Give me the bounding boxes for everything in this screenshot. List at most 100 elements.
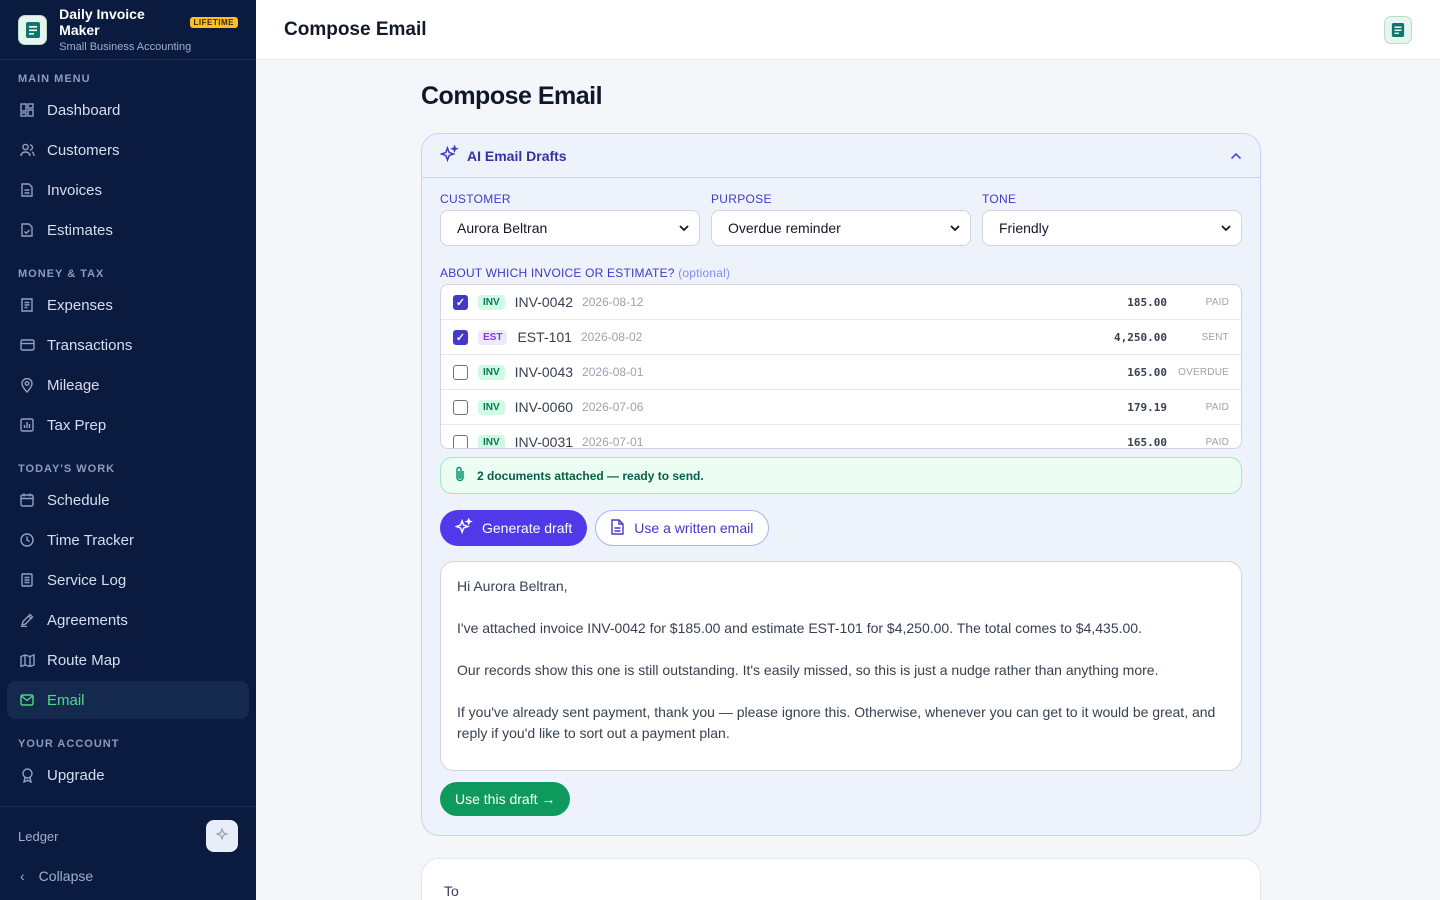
sidebar-item-label: Transactions bbox=[47, 336, 133, 354]
tone-label: TONE bbox=[982, 192, 1017, 206]
purpose-value: Overdue reminder bbox=[728, 220, 841, 236]
sidebar-item-label: Mileage bbox=[47, 376, 100, 394]
ai-email-drafts-panel: AI Email Drafts CUSTOMER Aurora Beltran … bbox=[421, 133, 1261, 836]
sidebar-item-customers[interactable]: Customers bbox=[7, 131, 249, 169]
ai-panel-header[interactable]: AI Email Drafts bbox=[422, 134, 1260, 178]
doc-date: 2026-08-02 bbox=[580, 330, 643, 344]
list-item[interactable]: INV INV-0031 2026-07-01 165.00 PAID bbox=[441, 425, 1241, 449]
sidebar-item-expenses[interactable]: Expenses bbox=[7, 286, 249, 324]
doc-status: SENT bbox=[1201, 331, 1229, 343]
doc-date: 2026-07-01 bbox=[582, 435, 644, 449]
list-item[interactable]: ✓ EST EST-101 2026-08-02 4,250.00 SENT bbox=[441, 320, 1241, 355]
list-item[interactable]: ✓ INV INV-0042 2026-08-12 185.00 PAID bbox=[441, 285, 1241, 320]
doc-date: 2026-08-01 bbox=[582, 365, 644, 379]
pen-icon bbox=[19, 612, 35, 628]
sidebar-item-transactions[interactable]: Transactions bbox=[7, 326, 249, 364]
page-title: Compose Email bbox=[421, 82, 603, 110]
doc-type-badge: INV bbox=[478, 294, 505, 310]
customer-select[interactable]: Aurora Beltran bbox=[440, 210, 700, 246]
use-this-draft-button[interactable]: Use this draft → bbox=[440, 782, 571, 816]
sidebar-item-label: Email bbox=[47, 691, 85, 709]
sidebar-item-tax-prep[interactable]: Tax Prep bbox=[7, 406, 249, 444]
doc-amount: 179.19 bbox=[1127, 400, 1167, 414]
section-todays-work: TODAY'S WORK bbox=[18, 463, 116, 475]
checkbox[interactable] bbox=[453, 364, 468, 380]
ledger-button[interactable] bbox=[206, 820, 238, 852]
sidebar-item-label: Invoices bbox=[47, 181, 103, 199]
chevron-down-icon bbox=[950, 223, 960, 234]
chevron-up-icon[interactable] bbox=[1230, 149, 1242, 163]
doc-status: PAID bbox=[1205, 401, 1229, 413]
doc-type-badge: EST bbox=[478, 329, 508, 345]
draft-paragraph: Hi Aurora Beltran, bbox=[457, 578, 568, 594]
doc-type-badge: INV bbox=[478, 399, 505, 415]
checkbox[interactable] bbox=[453, 434, 468, 448]
attachment-status-text: 2 documents attached — ready to send. bbox=[477, 468, 704, 483]
sidebar-item-schedule[interactable]: Schedule bbox=[7, 481, 249, 519]
app-title: Daily Invoice Maker bbox=[59, 6, 145, 38]
list-icon bbox=[19, 572, 35, 588]
paperclip-icon bbox=[455, 466, 465, 485]
sidebar-item-mileage[interactable]: Mileage bbox=[7, 366, 249, 404]
customer-label: CUSTOMER bbox=[440, 192, 511, 206]
doc-status: OVERDUE bbox=[1178, 366, 1229, 378]
sidebar-item-upgrade[interactable]: Upgrade bbox=[7, 756, 249, 794]
topbar: Compose Email bbox=[256, 0, 1440, 60]
doc-amount: 4,250.00 bbox=[1114, 330, 1167, 344]
checkbox[interactable]: ✓ bbox=[453, 329, 468, 345]
brand: Daily Invoice Maker LIFETIME Small Busine… bbox=[0, 0, 256, 60]
dashboard-icon bbox=[19, 102, 35, 118]
doc-amount: 165.00 bbox=[1127, 435, 1167, 449]
optional-hint: (optional) bbox=[678, 266, 731, 280]
sidebar-item-email[interactable]: Email bbox=[7, 681, 249, 719]
chevron-left-icon: ‹ bbox=[20, 868, 25, 884]
sparkle-icon bbox=[215, 826, 229, 845]
purpose-select[interactable]: Overdue reminder bbox=[711, 210, 971, 246]
sidebar-item-invoices[interactable]: Invoices bbox=[7, 171, 249, 209]
customer-field: CUSTOMER Aurora Beltran bbox=[440, 192, 700, 246]
receipt-icon bbox=[19, 297, 35, 313]
sidebar-item-dashboard[interactable]: Dashboard bbox=[7, 91, 249, 129]
topbar-title: Compose Email bbox=[284, 18, 427, 40]
lifetime-badge: LIFETIME bbox=[189, 16, 238, 28]
generate-draft-button[interactable]: Generate draft bbox=[440, 510, 588, 546]
doc-date: 2026-07-06 bbox=[582, 400, 644, 414]
doc-amount: 185.00 bbox=[1127, 295, 1167, 309]
main-content: Compose Email AI Email Drafts CUSTOMER A… bbox=[256, 60, 1440, 900]
document-icon bbox=[611, 518, 624, 538]
sidebar-item-label: Time Tracker bbox=[47, 531, 134, 549]
sidebar-item-label: Service Log bbox=[47, 571, 127, 589]
sidebar-item-estimates[interactable]: Estimates bbox=[7, 211, 249, 249]
purpose-field: PURPOSE Overdue reminder bbox=[711, 192, 971, 246]
avatar[interactable] bbox=[1384, 15, 1412, 44]
card-icon bbox=[19, 337, 35, 353]
list-item[interactable]: INV INV-0043 2026-08-01 165.00 OVERDUE bbox=[441, 355, 1241, 390]
list-item[interactable]: INV INV-0060 2026-07-06 179.19 PAID bbox=[441, 390, 1241, 425]
draft-textarea[interactable]: Hi Aurora Beltran, I've attached invoice… bbox=[440, 561, 1242, 771]
about-label-text: ABOUT WHICH INVOICE OR ESTIMATE? bbox=[440, 266, 675, 280]
clock-icon bbox=[19, 532, 35, 548]
doc-number: INV-0060 bbox=[514, 399, 574, 415]
checkbox[interactable]: ✓ bbox=[453, 294, 468, 310]
generate-draft-label: Generate draft bbox=[482, 520, 573, 536]
sidebar-item-label: Tax Prep bbox=[47, 416, 107, 434]
sidebar-item-time-tracker[interactable]: Time Tracker bbox=[7, 521, 249, 559]
pin-icon bbox=[19, 377, 35, 393]
customer-value: Aurora Beltran bbox=[457, 220, 548, 236]
sidebar-item-route-map[interactable]: Route Map bbox=[7, 641, 249, 679]
sidebar-item-service-log[interactable]: Service Log bbox=[7, 561, 249, 599]
collapse-button[interactable]: ‹ Collapse bbox=[0, 865, 256, 887]
doc-type-badge: INV bbox=[478, 434, 505, 448]
use-written-email-button[interactable]: Use a written email bbox=[595, 510, 770, 546]
document-list: ✓ INV INV-0042 2026-08-12 185.00 PAID ✓ … bbox=[440, 284, 1242, 449]
sidebar: Daily Invoice Maker LIFETIME Small Busine… bbox=[0, 0, 256, 900]
tone-value: Friendly bbox=[999, 220, 1049, 236]
sidebar-item-agreements[interactable]: Agreements bbox=[7, 601, 249, 639]
sidebar-item-label: Route Map bbox=[47, 651, 121, 669]
tone-select[interactable]: Friendly bbox=[982, 210, 1242, 246]
checkbox[interactable] bbox=[453, 399, 468, 415]
sparkles-icon bbox=[439, 143, 459, 167]
attachment-status: 2 documents attached — ready to send. bbox=[440, 457, 1242, 494]
doc-type-badge: INV bbox=[478, 364, 505, 380]
document-check-icon bbox=[19, 222, 35, 238]
